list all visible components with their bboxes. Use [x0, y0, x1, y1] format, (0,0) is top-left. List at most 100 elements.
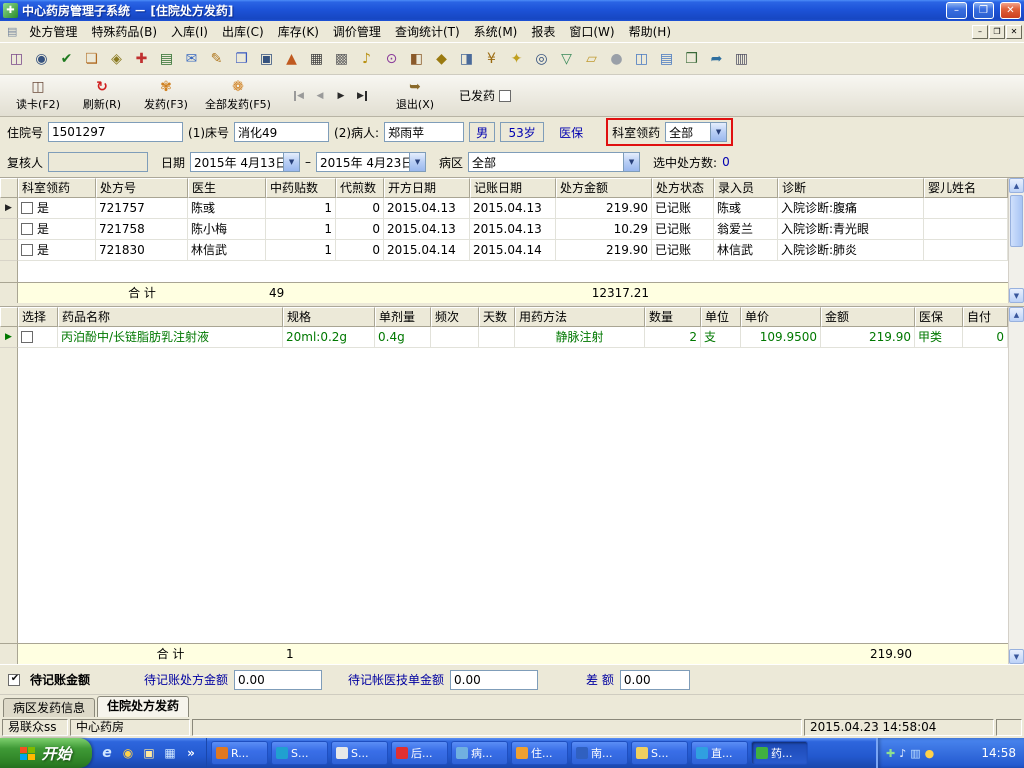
col-header[interactable]: 医保	[915, 307, 963, 327]
columns-icon[interactable]: ◫	[629, 47, 654, 71]
col-header[interactable]: 记账日期	[470, 178, 556, 198]
patient-name-input[interactable]	[384, 122, 465, 142]
keyboard-icon[interactable]: ▩	[329, 47, 354, 71]
zoom-icon[interactable]: ◎	[529, 47, 554, 71]
child-restore-button[interactable]: ❐	[989, 24, 1005, 39]
mail-icon[interactable]: ✉	[179, 47, 204, 71]
media-player-icon[interactable]: ◉	[119, 744, 137, 762]
lock-icon[interactable]: ◆	[429, 47, 454, 71]
col-header[interactable]: 药品名称	[58, 307, 283, 327]
read-card-button[interactable]: ◫ 读卡(F2)	[8, 77, 68, 115]
save-icon[interactable]: ▣	[254, 47, 279, 71]
menu-item[interactable]: 处方管理	[22, 21, 84, 42]
volume-icon[interactable]: ♪	[899, 747, 906, 760]
globe-icon[interactable]: ●	[604, 47, 629, 71]
dispense-button[interactable]: ✾ 发药(F3)	[136, 77, 196, 115]
copy-icon[interactable]: ❐	[229, 47, 254, 71]
col-header[interactable]: 选择	[18, 307, 58, 327]
prescription-row[interactable]: 是 721758 陈小梅 1 0 2015.04.13 2015.04.13 1…	[0, 219, 1008, 240]
difference-input[interactable]	[619, 669, 690, 690]
col-header[interactable]: 中药贴数	[266, 178, 336, 198]
scrollbar-thumb[interactable]	[1010, 195, 1023, 248]
col-header[interactable]: 单剂量	[375, 307, 431, 327]
taskbar-button[interactable]: 后...	[391, 741, 448, 765]
next-record-button[interactable]: ▶	[332, 87, 350, 105]
package-icon[interactable]: ◧	[404, 47, 429, 71]
first-record-button[interactable]: ◀	[290, 87, 308, 105]
ie-icon[interactable]: e	[98, 744, 116, 762]
pending-tech-amount-input[interactable]	[450, 669, 539, 690]
chart-icon[interactable]: ▲	[279, 47, 304, 71]
col-header[interactable]: 婴儿姓名	[924, 178, 1008, 198]
admission-no-input[interactable]	[48, 122, 184, 142]
chevron-down-icon[interactable]	[409, 153, 426, 171]
pending-amount-checkbox[interactable]	[8, 673, 21, 686]
dispense-all-button[interactable]: ❁ 全部发药(F5)	[200, 77, 276, 115]
taskbar-button[interactable]: 南...	[571, 741, 628, 765]
refresh-button[interactable]: ↻ 刷新(R)	[72, 77, 132, 115]
taskbar-button[interactable]: R...	[211, 741, 268, 765]
drug-row[interactable]: 丙泊酚中/长链脂肪乳注射液 20ml:0.2g 0.4g 静脉注射 2 支 10…	[0, 327, 1008, 348]
taskbar-button[interactable]: S...	[331, 741, 388, 765]
security-icon[interactable]: ✚	[886, 747, 895, 760]
first-aid-icon[interactable]: ✚	[129, 47, 154, 71]
printer-icon[interactable]: ▥	[729, 47, 754, 71]
bed-input[interactable]	[234, 122, 330, 142]
tab-inpatient-rx-dispense[interactable]: 住院处方发药	[97, 696, 190, 717]
col-header[interactable]: 单位	[701, 307, 741, 327]
expand-icon[interactable]: »	[182, 744, 200, 762]
menu-item[interactable]: 查询统计(T)	[388, 21, 467, 42]
col-header[interactable]: 数量	[645, 307, 701, 327]
row-select-checkbox[interactable]	[21, 223, 33, 235]
menu-item[interactable]: 系统(M)	[467, 21, 525, 42]
close-button[interactable]: ✕	[1000, 2, 1021, 19]
drug-select-checkbox[interactable]	[21, 331, 33, 343]
col-header[interactable]: 单价	[741, 307, 821, 327]
show-desktop-icon[interactable]: ▦	[161, 744, 179, 762]
restore-button[interactable]: ❐	[973, 2, 994, 19]
ledger-icon[interactable]: ❏	[79, 47, 104, 71]
col-header[interactable]: 频次	[431, 307, 479, 327]
table-icon[interactable]: ▦	[304, 47, 329, 71]
child-minimize-button[interactable]: –	[972, 24, 988, 39]
col-header[interactable]: 用药方法	[515, 307, 645, 327]
taskbar-button[interactable]: 直...	[691, 741, 748, 765]
vertical-scrollbar[interactable]	[1008, 307, 1024, 664]
menu-item[interactable]: 特殊药品(B)	[84, 21, 164, 42]
scroll-up-button[interactable]	[1009, 307, 1024, 322]
col-header[interactable]: 科室领药	[18, 178, 96, 198]
menu-item[interactable]: 帮助(H)	[622, 21, 678, 42]
col-header[interactable]: 处方状态	[652, 178, 714, 198]
vertical-scrollbar[interactable]	[1008, 178, 1024, 303]
menu-item[interactable]: 出库(C)	[215, 21, 271, 42]
col-header[interactable]: 规格	[283, 307, 375, 327]
row-select-checkbox[interactable]	[21, 244, 33, 256]
network-icon[interactable]: ▥	[910, 747, 920, 760]
binoculars-icon[interactable]: ◉	[29, 47, 54, 71]
col-header[interactable]: 处方号	[96, 178, 188, 198]
col-header[interactable]: 录入员	[714, 178, 778, 198]
prescription-row[interactable]: 是 721757 陈彧 1 0 2015.04.13 2015.04.13 21…	[0, 198, 1008, 219]
taskbar-button[interactable]: 住...	[511, 741, 568, 765]
chevron-down-icon[interactable]	[283, 153, 300, 171]
folder-icon[interactable]: ▣	[140, 744, 158, 762]
approve-icon[interactable]: ✔	[54, 47, 79, 71]
cart-icon[interactable]: ◨	[454, 47, 479, 71]
bell-icon[interactable]: ♪	[354, 47, 379, 71]
col-header[interactable]: 代煎数	[336, 178, 384, 198]
date-from-select[interactable]: 2015年 4月13日	[190, 152, 301, 172]
col-header[interactable]: 金额	[821, 307, 915, 327]
menu-item[interactable]: 调价管理	[326, 21, 388, 42]
menu-item[interactable]: 入库(I)	[164, 21, 215, 42]
menu-item[interactable]: 报表	[524, 21, 562, 42]
minimize-button[interactable]: –	[946, 2, 967, 19]
layers-icon[interactable]: ▤	[654, 47, 679, 71]
book-search-icon[interactable]: ◈	[104, 47, 129, 71]
taskbar-button[interactable]: S...	[631, 741, 688, 765]
window-icon[interactable]: ❒	[679, 47, 704, 71]
scroll-down-button[interactable]	[1009, 288, 1024, 303]
ward-select[interactable]: 全部	[468, 152, 641, 172]
pending-rx-amount-input[interactable]	[234, 669, 323, 690]
prescription-row[interactable]: 是 721830 林信武 1 0 2015.04.14 2015.04.14 2…	[0, 240, 1008, 261]
filter-icon[interactable]: ▽	[554, 47, 579, 71]
